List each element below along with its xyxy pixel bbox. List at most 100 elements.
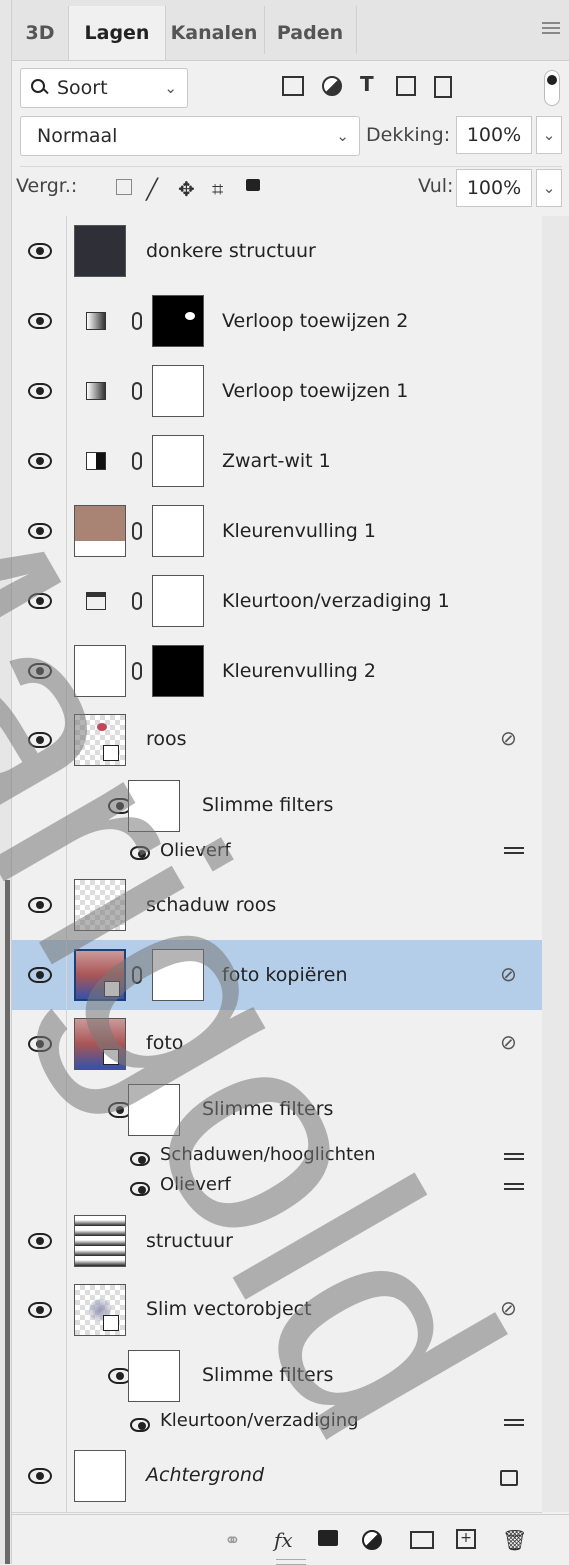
layer-row[interactable]: donkere structuur	[12, 216, 542, 287]
color-fill-thumbnail	[74, 645, 126, 697]
link-icon[interactable]	[132, 662, 142, 680]
resize-grip[interactable]	[276, 1559, 306, 1565]
eye-icon[interactable]	[28, 1036, 52, 1052]
layer-row[interactable]: Zwart-wit 1	[12, 426, 542, 497]
mask-thumbnail	[152, 949, 204, 1001]
eye-icon[interactable]	[28, 243, 52, 259]
eye-icon[interactable]	[28, 593, 52, 609]
link-icon[interactable]	[132, 966, 142, 984]
new-adjustment-icon[interactable]	[362, 1530, 382, 1550]
eye-icon[interactable]	[130, 1182, 150, 1196]
layer-row[interactable]: Verloop toewijzen 1	[12, 356, 542, 427]
black-white-icon	[86, 452, 106, 470]
lock-brush-icon[interactable]: ╱	[146, 177, 158, 201]
lock-move-icon[interactable]: ✥	[178, 177, 195, 201]
adjustment-filter-icon[interactable]	[322, 76, 342, 96]
opacity-input[interactable]: 100%	[456, 116, 532, 154]
left-edge-dark	[5, 880, 10, 1564]
type-filter-icon[interactable]: T	[360, 72, 374, 96]
link-icon[interactable]	[132, 522, 142, 540]
filter-options-icon[interactable]	[504, 1416, 524, 1430]
opacity-dropdown[interactable]: ⌄	[536, 116, 562, 154]
filter-kind-select[interactable]: Soort ⌄	[20, 68, 188, 108]
eye-icon[interactable]	[130, 1152, 150, 1166]
layer-row-selected[interactable]: foto kopiëren ⊘	[12, 940, 542, 1011]
eye-icon[interactable]	[130, 1418, 150, 1432]
eye-icon[interactable]	[28, 1468, 52, 1484]
tab-divider	[356, 6, 357, 54]
color-fill-thumbnail	[74, 505, 126, 557]
lock-all-icon[interactable]	[246, 179, 260, 191]
smart-filters-label: Slimme filters	[202, 794, 334, 816]
tab-kanalen[interactable]: Kanalen	[164, 6, 264, 60]
layer-row[interactable]: roos ⊘ Slimme filters Olieverf	[12, 706, 542, 871]
layer-row[interactable]: foto ⊘ Slimme filters Schaduwen/hooglich…	[12, 1010, 542, 1207]
link-icon[interactable]	[132, 592, 142, 610]
layers-scrollbar[interactable]	[542, 216, 569, 1512]
smartobject-filter-icon[interactable]	[434, 76, 452, 98]
smart-object-icon[interactable]: ⊘	[500, 962, 517, 986]
layer-thumbnail	[74, 1215, 126, 1267]
eye-icon[interactable]	[28, 732, 52, 748]
eye-icon[interactable]	[28, 967, 52, 983]
layer-name: Achtergrond	[146, 1464, 265, 1486]
link-icon[interactable]	[132, 312, 142, 330]
layer-name: donkere structuur	[146, 240, 316, 262]
layer-thumbnail	[74, 1018, 126, 1070]
smart-object-icon[interactable]: ⊘	[500, 1296, 517, 1320]
fill-dropdown[interactable]: ⌄	[536, 169, 562, 207]
link-icon[interactable]	[132, 382, 142, 400]
layer-row[interactable]: schaduw roos	[12, 870, 542, 941]
layer-row[interactable]: Kleurtoon/verzadiging 1	[12, 566, 542, 637]
layer-name: foto kopiëren	[222, 964, 348, 986]
filter-toggle[interactable]	[544, 70, 560, 106]
eye-icon[interactable]	[28, 313, 52, 329]
layer-row[interactable]: Kleurenvulling 2	[12, 636, 542, 707]
smart-object-icon[interactable]: ⊘	[500, 1030, 517, 1054]
filter-options-icon[interactable]	[504, 1180, 524, 1194]
blend-mode-select[interactable]: Normaal ⌄	[20, 116, 360, 156]
eye-cell	[12, 940, 67, 1010]
eye-icon[interactable]	[130, 846, 150, 860]
trash-icon[interactable]: 🗑	[502, 1528, 527, 1552]
lock-artboard-icon[interactable]: ⌗	[212, 177, 223, 201]
layer-row[interactable]: structuur	[12, 1206, 542, 1277]
filter-options-icon[interactable]	[504, 1150, 524, 1164]
add-mask-icon[interactable]	[318, 1530, 338, 1546]
tab-lagen[interactable]: Lagen	[68, 6, 166, 60]
layer-row[interactable]: Verloop toewijzen 2	[12, 286, 542, 357]
eye-cell	[12, 870, 67, 940]
filter-name: Olieverf	[160, 840, 231, 861]
eye-icon[interactable]	[28, 1302, 52, 1318]
eye-icon[interactable]	[28, 897, 52, 913]
link-icon[interactable]	[132, 452, 142, 470]
shape-filter-icon[interactable]	[396, 76, 416, 96]
eye-icon[interactable]	[28, 383, 52, 399]
layer-row[interactable]: Kleurenvulling 1	[12, 496, 542, 567]
new-group-icon[interactable]	[410, 1531, 434, 1549]
eye-icon[interactable]	[28, 663, 52, 679]
layer-thumbnail	[74, 1284, 126, 1336]
new-layer-icon[interactable]: +	[456, 1529, 476, 1549]
fill-label: Vul:	[418, 175, 454, 197]
layer-row[interactable]: Achtergrond	[12, 1440, 542, 1513]
image-filter-icon[interactable]	[282, 76, 304, 96]
layers-panel: 3D Lagen Kanalen Paden Soort ⌄ T Normaal…	[11, 0, 569, 1565]
tab-paden[interactable]: Paden	[264, 6, 356, 60]
fill-input[interactable]: 100%	[456, 169, 532, 207]
eye-icon[interactable]	[28, 523, 52, 539]
fx-icon[interactable]: fx	[274, 1528, 293, 1552]
link-layers-icon[interactable]: ⚭	[224, 1528, 241, 1552]
layer-name: Verloop toewijzen 1	[222, 380, 409, 402]
eye-icon[interactable]	[28, 453, 52, 469]
layer-thumbnail	[74, 225, 126, 277]
gradient-map-icon	[86, 312, 106, 330]
filter-options-icon[interactable]	[504, 844, 524, 858]
smart-object-icon[interactable]: ⊘	[500, 726, 517, 750]
tab-3d[interactable]: 3D	[12, 6, 68, 60]
layer-row[interactable]: Slim vectorobject ⊘ Slimme filters Kleur…	[12, 1276, 542, 1441]
lock-transparent-icon[interactable]	[116, 179, 132, 195]
eye-icon[interactable]	[28, 1233, 52, 1249]
panel-menu-icon[interactable]	[542, 22, 560, 36]
layer-name: Verloop toewijzen 2	[222, 310, 409, 332]
